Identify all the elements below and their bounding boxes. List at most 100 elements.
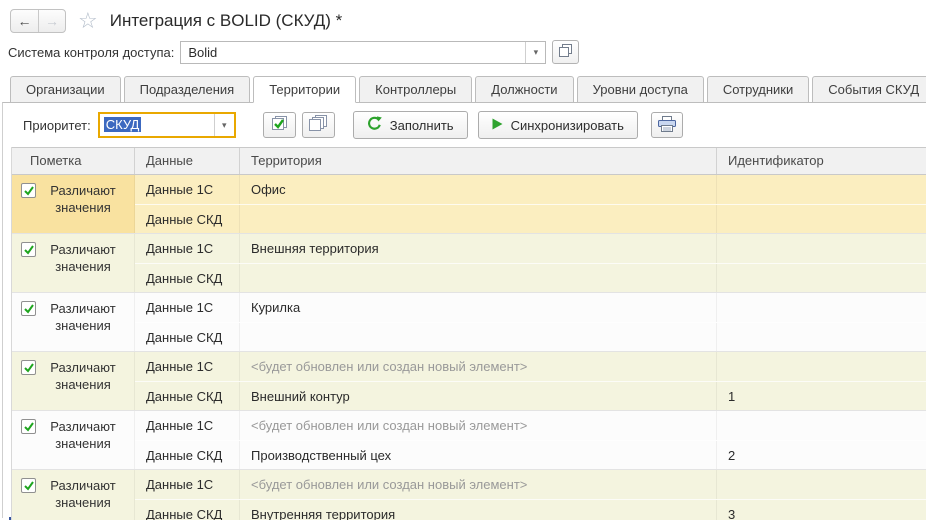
forward-button[interactable]: → xyxy=(38,10,65,32)
tab-2[interactable]: Территории xyxy=(253,76,356,103)
data-source-label: Данные 1С xyxy=(135,352,240,381)
table-row-group[interactable]: Различают значения Данные 1С <будет обно… xyxy=(12,469,926,520)
table-row-group[interactable]: Различают значения Данные 1С Внешняя тер… xyxy=(12,233,926,292)
fill-button[interactable]: Заполнить xyxy=(353,111,468,139)
data-source-label: Данные СКД xyxy=(135,500,240,520)
row-checkbox[interactable] xyxy=(21,301,36,316)
territory-value xyxy=(240,205,717,233)
data-skd-row[interactable]: Данные СКД xyxy=(135,322,926,351)
data-skd-row[interactable]: Данные СКД xyxy=(135,204,926,233)
tab-6[interactable]: Сотрудники xyxy=(707,76,809,103)
table-row-group[interactable]: Различают значения Данные 1С <будет обно… xyxy=(12,351,926,410)
identifier-value xyxy=(717,323,926,351)
territory-value: <будет обновлен или создан новый элемент… xyxy=(240,352,717,381)
identifier-value xyxy=(717,470,926,499)
data-source-label: Данные СКД xyxy=(135,264,240,292)
column-header-identifier[interactable]: Идентификатор xyxy=(717,148,926,174)
subrows: Данные 1С Курилка Данные СКД xyxy=(135,293,926,351)
mark-cell: Различают значения xyxy=(12,470,135,520)
identifier-value xyxy=(717,234,926,263)
sync-button[interactable]: Синхронизировать xyxy=(478,111,638,139)
data-source-label: Данные 1С xyxy=(135,175,240,204)
data-skd-row[interactable]: Данные СКД Производственный цех 2 xyxy=(135,440,926,469)
sheets-stack-icon xyxy=(309,115,328,135)
back-arrow-icon: ← xyxy=(18,13,32,29)
checkmark-icon xyxy=(23,303,35,315)
table-header: Пометка Данные Территория Идентификатор xyxy=(12,147,926,175)
data-1c-row[interactable]: Данные 1С <будет обновлен или создан нов… xyxy=(135,352,926,381)
access-system-value: Bolid xyxy=(181,42,525,63)
data-source-label: Данные 1С xyxy=(135,293,240,322)
favorite-star-icon[interactable]: ☆ xyxy=(78,10,98,32)
subrows: Данные 1С <будет обновлен или создан нов… xyxy=(135,352,926,410)
table-row-group[interactable]: Различают значения Данные 1С Офис Данные… xyxy=(12,175,926,233)
print-button[interactable] xyxy=(651,112,683,138)
table-row-group[interactable]: Различают значения Данные 1С Курилка Дан… xyxy=(12,292,926,351)
identifier-value: 3 xyxy=(717,500,926,520)
chevron-down-icon[interactable]: ▾ xyxy=(214,114,234,136)
mark-cell: Различают значения xyxy=(12,293,135,351)
tab-4[interactable]: Должности xyxy=(475,76,573,103)
table-row-group[interactable]: Различают значения Данные 1С <будет обно… xyxy=(12,410,926,469)
access-system-input[interactable]: Bolid ▾ xyxy=(180,41,546,64)
checkmark-icon xyxy=(23,480,35,492)
identifier-value xyxy=(717,175,926,204)
territories-table: Пометка Данные Территория Идентификатор … xyxy=(11,147,926,520)
set-marks-button[interactable] xyxy=(263,112,296,138)
forward-arrow-icon: → xyxy=(45,13,59,29)
row-checkbox[interactable] xyxy=(21,360,36,375)
data-1c-row[interactable]: Данные 1С Внешняя территория xyxy=(135,234,926,263)
column-header-data[interactable]: Данные xyxy=(135,148,240,174)
mark-label: Различают значения xyxy=(36,181,130,216)
data-1c-row[interactable]: Данные 1С Офис xyxy=(135,175,926,204)
checkmark-icon xyxy=(23,362,35,374)
tab-0[interactable]: Организации xyxy=(10,76,121,103)
identifier-value: 1 xyxy=(717,382,926,410)
territory-value xyxy=(240,264,717,292)
data-skd-row[interactable]: Данные СКД Внешний контур 1 xyxy=(135,381,926,410)
open-button[interactable] xyxy=(552,40,579,64)
data-1c-row[interactable]: Данные 1С Курилка xyxy=(135,293,926,322)
mark-label: Различают значения xyxy=(36,240,130,275)
row-checkbox[interactable] xyxy=(21,242,36,257)
data-skd-row[interactable]: Данные СКД xyxy=(135,263,926,292)
data-source-label: Данные 1С xyxy=(135,470,240,499)
identifier-value xyxy=(717,293,926,322)
clear-marks-button[interactable] xyxy=(302,112,335,138)
territory-value: <будет обновлен или создан новый элемент… xyxy=(240,470,717,499)
access-system-label: Система контроля доступа: xyxy=(8,45,174,60)
territories-panel: Приоритет: СКУД ▾ Заполнить Синхрониз xyxy=(2,102,926,518)
row-checkbox[interactable] xyxy=(21,419,36,434)
territory-value: Курилка xyxy=(240,293,717,322)
identifier-value xyxy=(717,352,926,381)
data-1c-row[interactable]: Данные 1С <будет обновлен или создан нов… xyxy=(135,470,926,499)
territory-value: Внешний контур xyxy=(240,382,717,410)
mark-label: Различают значения xyxy=(36,358,130,393)
identifier-value xyxy=(717,205,926,233)
tab-1[interactable]: Подразделения xyxy=(124,76,251,103)
tab-7[interactable]: События СКУД xyxy=(812,76,926,103)
row-checkbox[interactable] xyxy=(21,183,36,198)
checkmark-icon xyxy=(23,421,35,433)
subrows: Данные 1С Офис Данные СКД xyxy=(135,175,926,233)
open-in-window-icon xyxy=(559,44,572,60)
toolbar: Приоритет: СКУД ▾ Заполнить Синхрониз xyxy=(3,103,926,147)
column-header-mark[interactable]: Пометка xyxy=(12,148,135,174)
territory-value: Офис xyxy=(240,175,717,204)
back-button[interactable]: ← xyxy=(11,10,38,32)
territory-value xyxy=(240,323,717,351)
tab-3[interactable]: Контроллеры xyxy=(359,76,472,103)
data-1c-row[interactable]: Данные 1С <будет обновлен или создан нов… xyxy=(135,411,926,440)
column-header-territory[interactable]: Территория xyxy=(240,148,717,174)
row-checkbox[interactable] xyxy=(21,478,36,493)
data-skd-row[interactable]: Данные СКД Внутренняя территория 3 xyxy=(135,499,926,520)
tab-5[interactable]: Уровни доступа xyxy=(577,76,704,103)
checkmark-icon xyxy=(23,185,35,197)
identifier-value xyxy=(717,264,926,292)
chevron-down-icon[interactable]: ▾ xyxy=(525,42,545,63)
data-source-label: Данные СКД xyxy=(135,382,240,410)
nav-buttons: ← → xyxy=(10,9,66,33)
access-system-row: Система контроля доступа: Bolid ▾ xyxy=(0,40,926,64)
territory-value: <будет обновлен или создан новый элемент… xyxy=(240,411,717,440)
priority-combo[interactable]: СКУД ▾ xyxy=(98,112,236,138)
